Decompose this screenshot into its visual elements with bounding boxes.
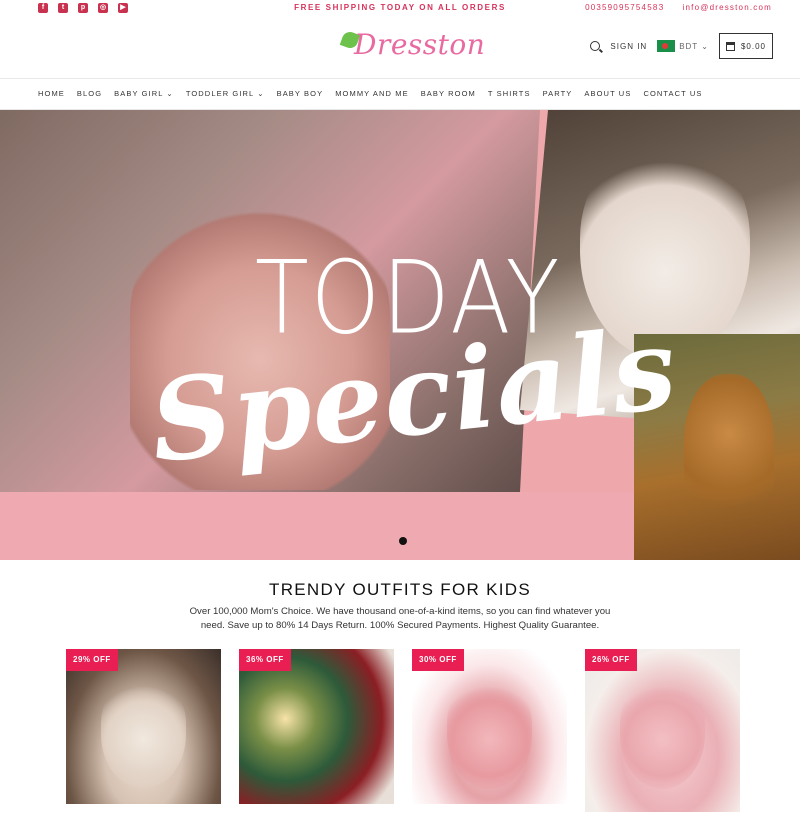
discount-badge: 26% OFF bbox=[585, 649, 637, 671]
product-card[interactable]: 36% OFF bbox=[239, 649, 394, 804]
search-icon[interactable] bbox=[590, 41, 601, 51]
product-image bbox=[447, 679, 532, 789]
discount-badge: 36% OFF bbox=[239, 649, 291, 671]
nav-item-toddler-girl[interactable]: TODDLER GIRL ⌄ bbox=[186, 89, 265, 98]
sign-in-link[interactable]: SIGN IN bbox=[610, 42, 647, 51]
logo[interactable]: Dresston bbox=[339, 26, 485, 64]
email-link[interactable]: info@dresston.com bbox=[683, 3, 772, 12]
slider-dot-active[interactable] bbox=[399, 537, 407, 545]
product-image bbox=[101, 679, 186, 789]
hero-banner[interactable]: TODAY Specials bbox=[0, 110, 800, 560]
cart-button[interactable]: $0.00 bbox=[718, 33, 773, 59]
product-grid: 29% OFF 36% OFF 30% OFF 26% OFF bbox=[66, 649, 746, 813]
hero-pink-band bbox=[0, 492, 634, 560]
product-card[interactable]: 30% OFF bbox=[412, 649, 567, 804]
nav-item-blog[interactable]: BLOG bbox=[77, 89, 102, 98]
nav-item-t-shirts[interactable]: T SHIRTS bbox=[488, 89, 531, 98]
contact-info: 0035909575458З info@dresston.com bbox=[585, 3, 772, 12]
shopping-bag-icon bbox=[725, 41, 735, 51]
phone-link[interactable]: 0035909575458З bbox=[585, 3, 664, 12]
section-description: Over 100,000 Mom's Choice. We have thous… bbox=[189, 606, 611, 631]
nav-item-about-us[interactable]: ABOUT US bbox=[584, 89, 631, 98]
main-navigation: HOME BLOG BABY GIRL ⌄ TODDLER GIRL ⌄ BAB… bbox=[0, 78, 800, 110]
discount-badge: 29% OFF bbox=[66, 649, 118, 671]
nav-item-contact-us[interactable]: CONTACT US bbox=[643, 89, 702, 98]
cart-total: $0.00 bbox=[740, 41, 766, 51]
header-actions: SIGN IN BDT ⌄ $0.00 bbox=[590, 33, 773, 59]
bangladesh-flag-icon[interactable] bbox=[657, 40, 676, 52]
product-card[interactable]: 26% OFF bbox=[585, 649, 740, 812]
nav-item-party[interactable]: PARTY bbox=[543, 89, 573, 98]
nav-item-baby-room[interactable]: BABY ROOM bbox=[421, 89, 476, 98]
discount-badge: 30% OFF bbox=[412, 649, 464, 671]
currency-selector[interactable]: BDT ⌄ bbox=[679, 42, 709, 51]
nav-item-baby-boy[interactable]: BABY BOY bbox=[277, 89, 324, 98]
product-card[interactable]: 29% OFF bbox=[66, 649, 221, 804]
product-image bbox=[620, 679, 705, 789]
nav-item-home[interactable]: HOME bbox=[38, 89, 65, 98]
top-bar: f t p ◎ ▶ FREE SHIPPING TODAY ON ALL ORD… bbox=[0, 0, 800, 16]
logo-text: Dresston bbox=[354, 28, 486, 61]
nav-item-mommy-and-me[interactable]: MOMMY AND ME bbox=[335, 89, 408, 98]
nav-item-baby-girl[interactable]: BABY GIRL ⌄ bbox=[114, 89, 174, 98]
section-title: TRENDY OUTFITS FOR KIDS bbox=[269, 580, 531, 599]
